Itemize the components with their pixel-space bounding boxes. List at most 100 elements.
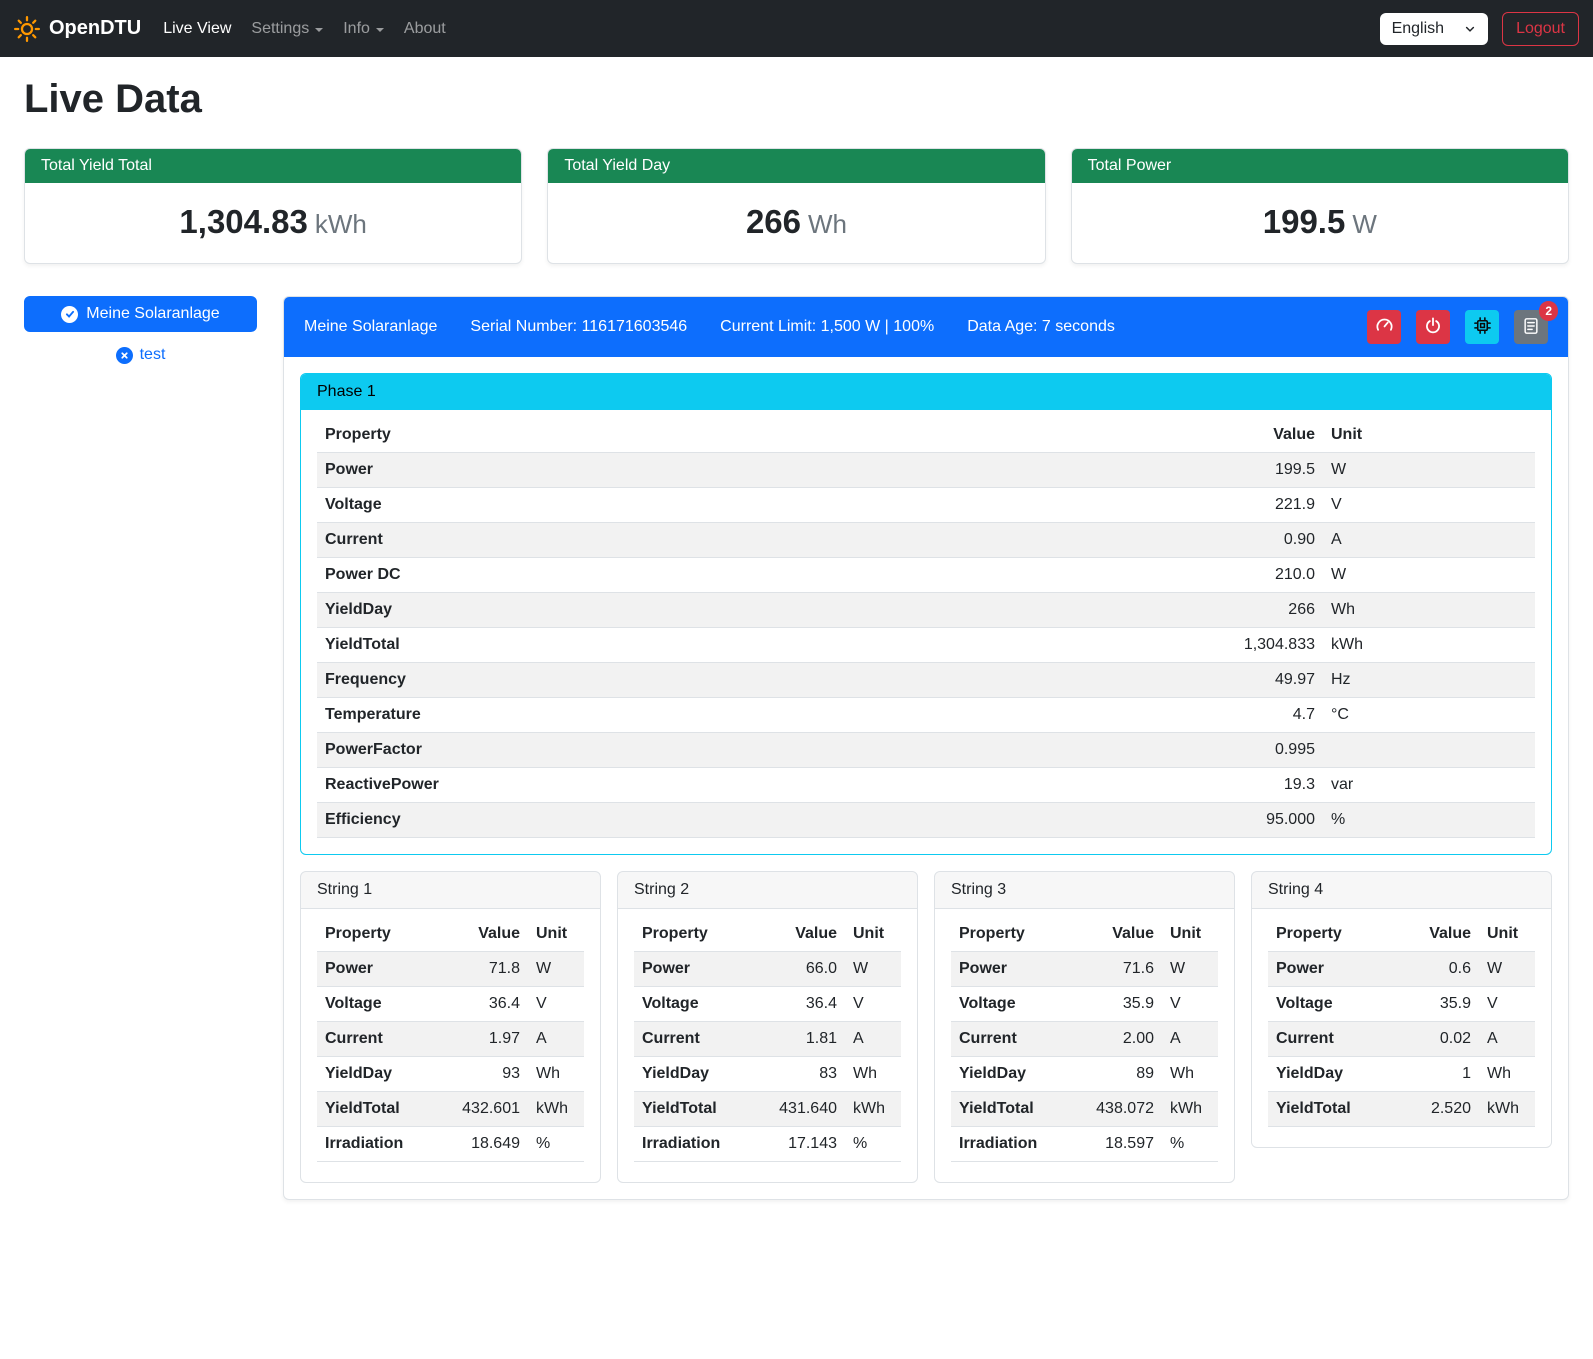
value-cell: 19.3 bbox=[1173, 768, 1323, 803]
table-row: YieldTotal 438.072 kWh bbox=[951, 1092, 1218, 1127]
logout-button[interactable]: Logout bbox=[1502, 12, 1579, 46]
column-header-property: Property bbox=[1268, 917, 1399, 952]
property-cell: YieldDay bbox=[634, 1057, 765, 1092]
nav-item-about[interactable]: About bbox=[394, 12, 456, 46]
value-cell: 0.02 bbox=[1399, 1022, 1479, 1057]
nav-item-info[interactable]: Info bbox=[333, 12, 394, 46]
table-row: Voltage 36.4 V bbox=[634, 987, 901, 1022]
unit-cell: % bbox=[1162, 1127, 1218, 1162]
limit-settings-button[interactable] bbox=[1367, 310, 1401, 344]
column-header-value: Value bbox=[1082, 917, 1162, 952]
column-header-value: Value bbox=[1399, 917, 1479, 952]
nav-item-live-view[interactable]: Live View bbox=[153, 12, 241, 46]
table-row: YieldDay 1 Wh bbox=[1268, 1057, 1535, 1092]
nav-item-label: About bbox=[404, 20, 446, 38]
value-cell: 432.601 bbox=[448, 1092, 528, 1127]
inverter-panel-body: Phase 1 Property Value Unit bbox=[284, 357, 1568, 1199]
brand[interactable]: OpenDTU bbox=[14, 16, 141, 42]
value-cell: 1.81 bbox=[765, 1022, 845, 1057]
summary-card-value: 1,304.83 bbox=[179, 203, 307, 240]
property-cell: YieldTotal bbox=[1268, 1092, 1399, 1127]
unit-cell: Hz bbox=[1323, 663, 1535, 698]
summary-card-unit: W bbox=[1352, 209, 1377, 239]
unit-cell: A bbox=[528, 1022, 584, 1057]
device-info-button[interactable] bbox=[1465, 310, 1499, 344]
unit-cell: A bbox=[845, 1022, 901, 1057]
table-row: Temperature 4.7 °C bbox=[317, 698, 1535, 733]
table-row: Power 0.6 W bbox=[1268, 952, 1535, 987]
summary-card-title: Total Power bbox=[1072, 149, 1568, 183]
table-row: Irradiation 17.143 % bbox=[634, 1127, 901, 1162]
property-cell: Power bbox=[634, 952, 765, 987]
cpu-icon bbox=[1473, 316, 1492, 338]
property-cell: Irradiation bbox=[951, 1127, 1082, 1162]
string-2-card: String 2 Property Value Unit bbox=[617, 871, 918, 1183]
summary-card-unit: kWh bbox=[315, 209, 367, 239]
unit-cell: V bbox=[1162, 987, 1218, 1022]
value-cell: 4.7 bbox=[1173, 698, 1323, 733]
summary-cards: Total Yield Total 1,304.83 kWh Total Yiel… bbox=[24, 148, 1569, 264]
power-button[interactable] bbox=[1416, 310, 1450, 344]
unit-cell: kWh bbox=[1323, 628, 1535, 663]
unit-cell: A bbox=[1323, 523, 1535, 558]
unit-cell: kWh bbox=[1162, 1092, 1218, 1127]
value-cell: 83 bbox=[765, 1057, 845, 1092]
event-log-button[interactable]: 2 bbox=[1514, 310, 1548, 344]
value-cell: 266 bbox=[1173, 593, 1323, 628]
unit-cell: Wh bbox=[528, 1057, 584, 1092]
total-yield-day-card: Total Yield Day 266Wh bbox=[547, 148, 1045, 264]
table-header-row: Property Value Unit bbox=[317, 917, 584, 952]
property-cell: Power bbox=[317, 952, 448, 987]
value-cell: 1,304.833 bbox=[1173, 628, 1323, 663]
string-card-title: String 3 bbox=[935, 872, 1234, 909]
table-row: Current 1.97 A bbox=[317, 1022, 584, 1057]
table-row: Power 199.5 W bbox=[317, 453, 1535, 488]
value-cell: 1 bbox=[1399, 1057, 1479, 1092]
table-row: Voltage 35.9 V bbox=[1268, 987, 1535, 1022]
value-cell: 17.143 bbox=[765, 1127, 845, 1162]
table-row: Voltage 35.9 V bbox=[951, 987, 1218, 1022]
page-title: Live Data bbox=[24, 77, 1569, 122]
phase-table: Property Value Unit Power bbox=[317, 418, 1535, 838]
nav-item-settings[interactable]: Settings bbox=[241, 12, 333, 46]
table-header-row: Property Value Unit bbox=[317, 418, 1535, 453]
sidebar-item-meine-solaranlage[interactable]: Meine Solaranlage bbox=[24, 296, 257, 332]
table-row: YieldDay 266 Wh bbox=[317, 593, 1535, 628]
value-cell: 71.8 bbox=[448, 952, 528, 987]
table-header-row: Property Value Unit bbox=[1268, 917, 1535, 952]
table-row: Current 2.00 A bbox=[951, 1022, 1218, 1057]
value-cell: 0.6 bbox=[1399, 952, 1479, 987]
column-header-unit: Unit bbox=[1323, 418, 1535, 453]
property-cell: PowerFactor bbox=[317, 733, 1173, 768]
unit-cell: % bbox=[528, 1127, 584, 1162]
property-cell: Voltage bbox=[634, 987, 765, 1022]
sidebar-item-test[interactable]: test bbox=[24, 346, 257, 364]
inverter-data-age: Data Age: 7 seconds bbox=[967, 318, 1115, 336]
total-power-card: Total Power 199.5W bbox=[1071, 148, 1569, 264]
value-cell: 2.520 bbox=[1399, 1092, 1479, 1127]
table-row: PowerFactor 0.995 bbox=[317, 733, 1535, 768]
property-cell: Power bbox=[951, 952, 1082, 987]
table-row: Power 71.8 W bbox=[317, 952, 584, 987]
column-header-property: Property bbox=[634, 917, 765, 952]
table-row: YieldDay 83 Wh bbox=[634, 1057, 901, 1092]
unit-cell: °C bbox=[1323, 698, 1535, 733]
unit-cell: Wh bbox=[1162, 1057, 1218, 1092]
chevron-down-icon bbox=[1464, 23, 1476, 35]
column-header-unit: Unit bbox=[1479, 917, 1535, 952]
value-cell: 2.00 bbox=[1082, 1022, 1162, 1057]
unit-cell bbox=[1323, 733, 1535, 768]
chevron-down-icon bbox=[315, 28, 323, 32]
check-circle-icon bbox=[61, 306, 78, 323]
total-yield-total-card: Total Yield Total 1,304.83 kWh bbox=[24, 148, 522, 264]
string-table: Property Value Unit Power bbox=[634, 917, 901, 1162]
value-cell: 95.000 bbox=[1173, 803, 1323, 838]
string-table: Property Value Unit Power bbox=[951, 917, 1218, 1162]
power-icon bbox=[1424, 317, 1442, 338]
summary-card-title: Total Yield Total bbox=[25, 149, 521, 183]
value-cell: 35.9 bbox=[1399, 987, 1479, 1022]
unit-cell: W bbox=[1323, 558, 1535, 593]
language-select[interactable]: English bbox=[1380, 13, 1488, 45]
value-cell: 36.4 bbox=[765, 987, 845, 1022]
unit-cell: A bbox=[1162, 1022, 1218, 1057]
